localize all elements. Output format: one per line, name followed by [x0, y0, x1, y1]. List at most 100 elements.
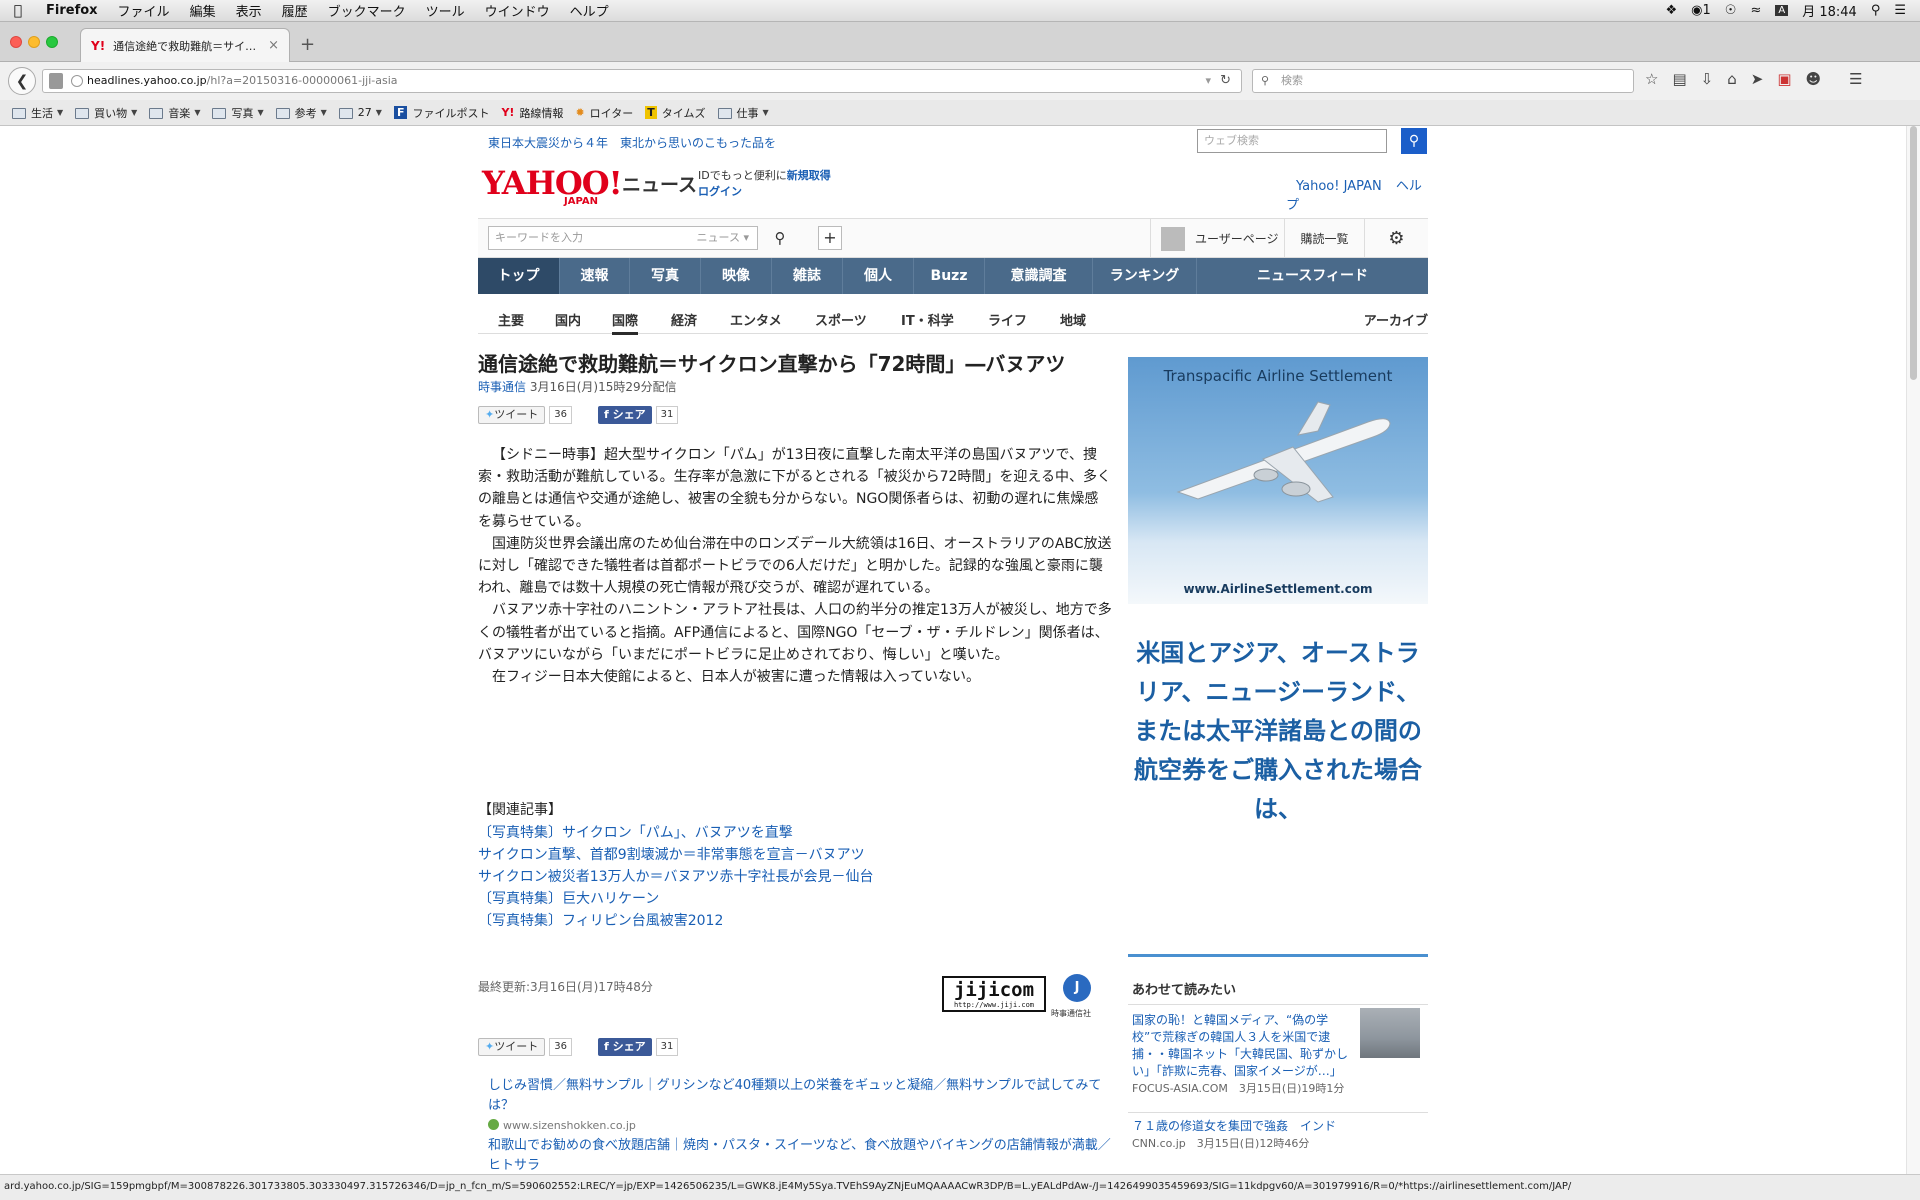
wifi-icon[interactable]: ≈: [1750, 3, 1761, 18]
user-page-link[interactable]: ユーザーページ: [1150, 219, 1284, 259]
bookmark-folder-27[interactable]: 27 ▼: [338, 106, 382, 119]
snav-main[interactable]: 主要: [498, 310, 524, 329]
snav-sports[interactable]: スポーツ: [815, 310, 867, 329]
close-window-button[interactable]: [10, 36, 22, 48]
gnav-breaking[interactable]: 速報: [560, 258, 630, 294]
apple-icon[interactable]: : [0, 3, 36, 19]
scrollbar-thumb[interactable]: [1910, 126, 1917, 380]
source-link[interactable]: 時事通信: [478, 380, 526, 394]
menu-bookmarks[interactable]: ブックマーク: [318, 1, 416, 20]
yahoo-japan-link[interactable]: Yahoo! JAPAN: [1296, 179, 1382, 194]
url-dropdown-icon[interactable]: ▾: [1205, 70, 1211, 92]
reload-icon[interactable]: ↻: [1220, 70, 1231, 92]
site-identity-icon[interactable]: [71, 75, 83, 87]
gnav-photo[interactable]: 写真: [630, 258, 701, 294]
spotlight-icon[interactable]: ⚲: [1871, 3, 1881, 18]
snav-domestic[interactable]: 国内: [555, 310, 581, 329]
snav-life[interactable]: ライフ: [988, 310, 1027, 329]
bookmark-folder-work[interactable]: 仕事 ▼: [717, 105, 769, 121]
share-icon[interactable]: ➤: [1751, 70, 1764, 88]
gnav-buzz[interactable]: Buzz: [914, 258, 985, 294]
search-bar[interactable]: ⚲ 検索: [1252, 69, 1634, 93]
airline-ad-banner[interactable]: Transpacific Airline Settlement www.Airl…: [1128, 357, 1428, 604]
recommended-item[interactable]: 国家の恥！と韓国メディア、“偽の学校”で荒稼ぎの韓国人３人を米国で逮捕・・韓国ネ…: [1132, 1012, 1354, 1097]
url-bar[interactable]: headlines.yahoo.co.jp/hl?a=20150316-0000…: [42, 69, 1242, 93]
keyword-scope-select[interactable]: ニュース ▾: [697, 227, 749, 249]
related-link[interactable]: 〔写真特集〕巨大ハリケーン: [478, 888, 874, 910]
recommended-item[interactable]: ７１歳の修道女を集団で強姦 インド CNN.co.jp 3月15日(日)12時4…: [1132, 1118, 1428, 1152]
gnav-top[interactable]: トップ: [478, 258, 560, 294]
subscriptions-link[interactable]: 購読一覧: [1284, 219, 1364, 259]
menu-tools[interactable]: ツール: [416, 1, 475, 20]
keyword-search-icon[interactable]: ⚲: [768, 226, 792, 250]
news-thumbnail[interactable]: [1360, 1008, 1420, 1058]
archive-link[interactable]: アーカイブ: [1364, 310, 1428, 329]
menu-help[interactable]: ヘルプ: [560, 1, 619, 20]
snav-entertainment[interactable]: エンタメ: [730, 310, 782, 329]
snav-region[interactable]: 地域: [1060, 310, 1086, 329]
ad-copy[interactable]: 米国とアジア、オーストラリア、ニュージーランド、または太平洋諸島との間の航空券を…: [1128, 634, 1428, 829]
tweet-button[interactable]: ✦ツイート: [478, 406, 546, 424]
bookmark-folder-music[interactable]: 音楽 ▼: [149, 105, 200, 121]
gnav-video[interactable]: 映像: [701, 258, 772, 294]
ad-title[interactable]: しじみ習慣／無料サンプル｜グリシンなど40種類以上の栄養をギュッと凝縮／無料サン…: [488, 1076, 1112, 1116]
close-tab-icon[interactable]: ×: [268, 38, 279, 53]
home-icon[interactable]: ⌂: [1727, 70, 1737, 88]
minimize-window-button[interactable]: [28, 36, 40, 48]
menu-history[interactable]: 履歴: [272, 1, 318, 20]
airdrop-icon[interactable]: ☉: [1725, 3, 1737, 18]
promo-link[interactable]: 東日本大震災から４年 東北から思いのこもった品を: [488, 134, 776, 151]
share-button[interactable]: f シェア: [597, 406, 652, 424]
reading-list-icon[interactable]: ▤: [1672, 70, 1686, 88]
tab-active[interactable]: Y! 通信途絶で救助難航＝サイ… ×: [80, 28, 290, 62]
gnav-magazine[interactable]: 雑誌: [772, 258, 843, 294]
related-link[interactable]: 〔写真特集〕フィリピン台風被害2012: [478, 910, 874, 932]
gnav-newsfeed[interactable]: ニュースフィード: [1197, 258, 1428, 294]
translate-icon[interactable]: ▣: [1777, 70, 1791, 88]
gnav-survey[interactable]: 意識調査: [985, 258, 1093, 294]
snav-it-science[interactable]: IT・科学: [901, 310, 954, 329]
back-button[interactable]: ❮: [8, 67, 36, 95]
bookmark-folder-life[interactable]: 生活 ▼: [12, 105, 63, 121]
tweet-button[interactable]: ✦ツイート: [478, 1038, 546, 1056]
input-source-icon[interactable]: A: [1775, 5, 1789, 16]
snav-international[interactable]: 国際: [612, 310, 639, 335]
zoom-window-button[interactable]: [46, 36, 58, 48]
section-title[interactable]: ニュース: [622, 170, 697, 197]
share-button[interactable]: f シェア: [597, 1038, 652, 1056]
bookmark-reuters[interactable]: ✹ ロイター: [575, 105, 633, 121]
yahoo-logo[interactable]: YAHOO! JAPAN: [482, 164, 623, 207]
bookmark-folder-photo[interactable]: 写真 ▼: [212, 105, 264, 121]
clock[interactable]: 月 18:44: [1802, 1, 1857, 20]
gnav-ranking[interactable]: ランキング: [1093, 258, 1197, 294]
gear-icon[interactable]: ⚙: [1364, 219, 1428, 259]
related-link[interactable]: 〔写真特集〕サイクロン「パム」、バヌアツを直撃: [478, 822, 874, 844]
bookmark-filepost[interactable]: F ファイルポスト: [393, 105, 489, 121]
signup-link[interactable]: 新規取得: [787, 169, 831, 182]
related-link[interactable]: サイクロン被災者13万人か＝バヌアツ赤十字社長が会見－仙台: [478, 866, 874, 888]
new-tab-icon[interactable]: +: [300, 34, 315, 55]
menu-edit[interactable]: 編集: [180, 1, 226, 20]
bookmark-transit[interactable]: Y! 路線情報: [501, 105, 563, 121]
bookmark-star-icon[interactable]: ☆: [1645, 70, 1658, 88]
menu-view[interactable]: 表示: [226, 1, 272, 20]
add-button[interactable]: +: [818, 226, 842, 250]
bookmark-folder-shopping[interactable]: 買い物 ▼: [75, 105, 137, 121]
jijicom-logo[interactable]: jijicom http://www.jiji.com: [942, 976, 1046, 1012]
snav-economy[interactable]: 経済: [671, 310, 697, 329]
notification-center-icon[interactable]: ☰: [1894, 3, 1906, 18]
web-search-button[interactable]: ⚲: [1401, 128, 1427, 154]
reader-icon[interactable]: [49, 73, 63, 89]
gnav-personal[interactable]: 個人: [843, 258, 914, 294]
chat-icon[interactable]: ☻: [1806, 70, 1822, 88]
related-link[interactable]: サイクロン直撃、首都9割壊滅か＝非常事態を宣言－バヌアツ: [478, 844, 874, 866]
bookmark-times[interactable]: T タイムズ: [645, 105, 706, 121]
menu-icon[interactable]: ☰: [1849, 70, 1862, 88]
dropbox-icon[interactable]: ❖: [1666, 3, 1678, 18]
notification-icon[interactable]: ◉1: [1691, 3, 1711, 18]
ad-title[interactable]: 和歌山でお勧めの食べ放題店舗｜焼肉・パスタ・スイーツなど、食べ放題やバイキングの…: [488, 1136, 1112, 1176]
keyword-input[interactable]: キーワードを入力 ニュース ▾: [488, 226, 758, 250]
menu-app[interactable]: Firefox: [36, 3, 108, 18]
web-search-input[interactable]: ウェブ検索: [1197, 129, 1387, 153]
jiji-emblem-icon[interactable]: J: [1063, 974, 1091, 1002]
